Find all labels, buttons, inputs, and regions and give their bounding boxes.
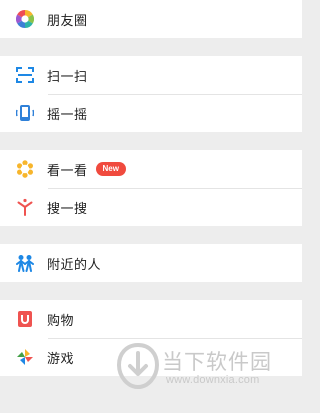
section-gap [0,132,302,150]
moments-icon [16,10,34,28]
people-nearby-icon [16,255,34,272]
menu-item-scan[interactable]: 扫一扫 [0,56,302,94]
menu-item-label: 搜一搜 [47,201,88,217]
menu-item-label: 购物 [47,313,75,329]
menu-item-people-nearby[interactable]: 附近的人 [0,244,302,282]
menu-item-moments[interactable]: 朋友圈 [0,0,302,38]
group-moments: 朋友圈 [0,0,302,38]
group-scan-shake: 扫一扫 摇一摇 [0,56,302,132]
menu-item-label: 朋友圈 [47,13,88,29]
shopping-icon [18,311,32,327]
group-stories-search: 看一看 New 搜一搜 [0,150,302,226]
menu-item-label: 摇一摇 [47,107,88,123]
search-icon [17,198,33,216]
downxia-logo-icon [116,342,160,390]
games-icon [17,349,33,365]
discover-screen: 朋友圈 扫一扫 摇一摇 看一看 New 搜一搜 附近的人 购物 游戏 当下软件园… [0,0,302,413]
watermark-url: www.downxia.com [166,374,260,386]
shake-icon [16,105,34,121]
menu-item-label: 游戏 [47,351,75,367]
watermark-name: 当下软件园 [162,350,272,374]
menu-item-shopping[interactable]: 购物 [0,300,302,338]
menu-item-label: 附近的人 [47,257,102,273]
section-gap [0,38,302,56]
scan-icon [16,67,34,83]
section-gap [0,282,302,300]
menu-item-label: 看一看 [47,163,88,179]
menu-item-label: 扫一扫 [47,69,88,85]
new-badge: New [95,162,126,176]
menu-item-search[interactable]: 搜一搜 [0,188,302,226]
top-stories-icon [17,160,33,178]
menu-item-shake[interactable]: 摇一摇 [0,94,302,132]
section-gap [0,226,302,244]
watermark: 当下软件园 www.downxia.com [116,342,296,398]
menu-item-top-stories[interactable]: 看一看 New [0,150,302,188]
group-people-nearby: 附近的人 [0,244,302,282]
